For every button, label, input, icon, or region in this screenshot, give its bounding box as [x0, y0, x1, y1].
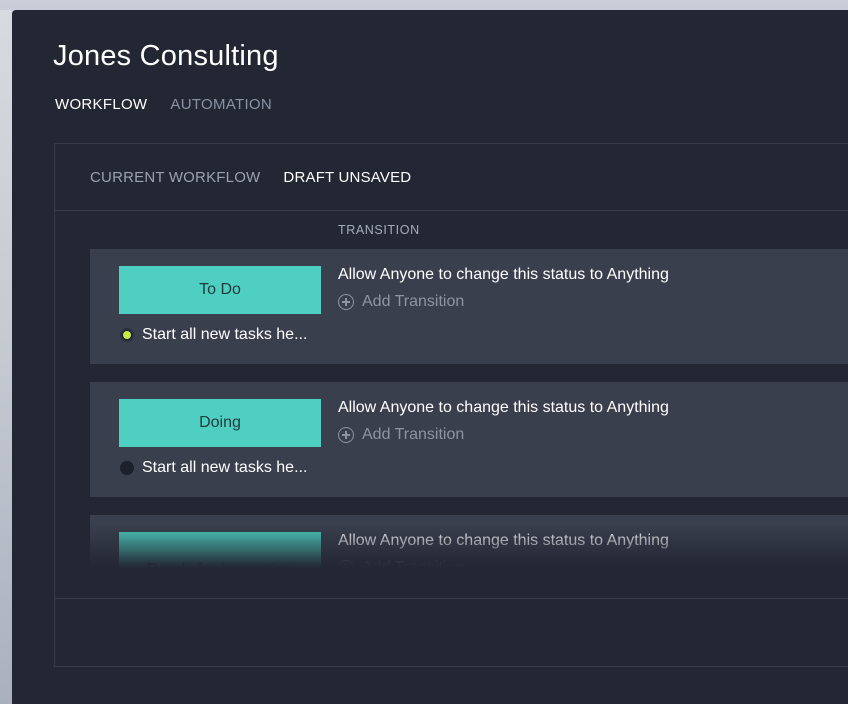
page-title: Jones Consulting: [53, 40, 279, 72]
add-transition-button[interactable]: Add Transition: [338, 293, 464, 311]
divider: [55, 210, 848, 211]
status-row: Doing Start all new tasks he... Allow An…: [90, 382, 848, 497]
workflow-panel: CURRENT WORKFLOW DRAFT UNSAVED TRANSITIO…: [54, 143, 848, 667]
transition-rule[interactable]: Allow Anyone to change this status to An…: [338, 266, 669, 284]
start-status-label: Start all new tasks he...: [142, 459, 308, 476]
plus-circle-icon: [338, 294, 354, 310]
status-row: Ready for Inspection Allow Anyone to cha…: [90, 515, 848, 569]
plus-circle-icon: [338, 427, 354, 443]
start-status-option[interactable]: Start all new tasks he...: [120, 326, 307, 344]
main-tabs: WORKFLOW AUTOMATION: [55, 96, 272, 113]
radio-unselected-icon[interactable]: [120, 461, 134, 475]
plus-circle-icon: [338, 560, 354, 569]
add-transition-label: Add Transition: [362, 559, 465, 569]
desktop-background: [0, 10, 12, 704]
radio-selected-icon[interactable]: [120, 328, 134, 342]
transition-rule[interactable]: Allow Anyone to change this status to An…: [338, 399, 669, 417]
tab-current-workflow[interactable]: CURRENT WORKFLOW: [90, 169, 260, 186]
status-row: To Do Start all new tasks he... Allow An…: [90, 249, 848, 364]
tab-automation[interactable]: AUTOMATION: [170, 96, 272, 113]
tab-draft-unsaved[interactable]: DRAFT UNSAVED: [283, 169, 411, 186]
add-transition-label: Add Transition: [362, 426, 465, 443]
divider: [55, 598, 848, 599]
transition-column-header: TRANSITION: [338, 223, 420, 237]
status-button-ready-for-inspection[interactable]: Ready for Inspection: [119, 532, 321, 569]
add-transition-button[interactable]: Add Transition: [338, 559, 464, 569]
status-button-to-do[interactable]: To Do: [119, 266, 321, 314]
workflow-version-tabs: CURRENT WORKFLOW DRAFT UNSAVED: [90, 169, 411, 186]
add-transition-label: Add Transition: [362, 293, 465, 310]
status-list[interactable]: To Do Start all new tasks he... Allow An…: [90, 249, 848, 569]
start-status-label: Start all new tasks he...: [142, 326, 308, 343]
add-transition-button[interactable]: Add Transition: [338, 426, 464, 444]
transition-rule[interactable]: Allow Anyone to change this status to An…: [338, 532, 669, 550]
start-status-option[interactable]: Start all new tasks he...: [120, 459, 307, 477]
workflow-window: Jones Consulting WORKFLOW AUTOMATION CUR…: [12, 10, 848, 704]
status-button-doing[interactable]: Doing: [119, 399, 321, 447]
tab-workflow[interactable]: WORKFLOW: [55, 96, 147, 113]
